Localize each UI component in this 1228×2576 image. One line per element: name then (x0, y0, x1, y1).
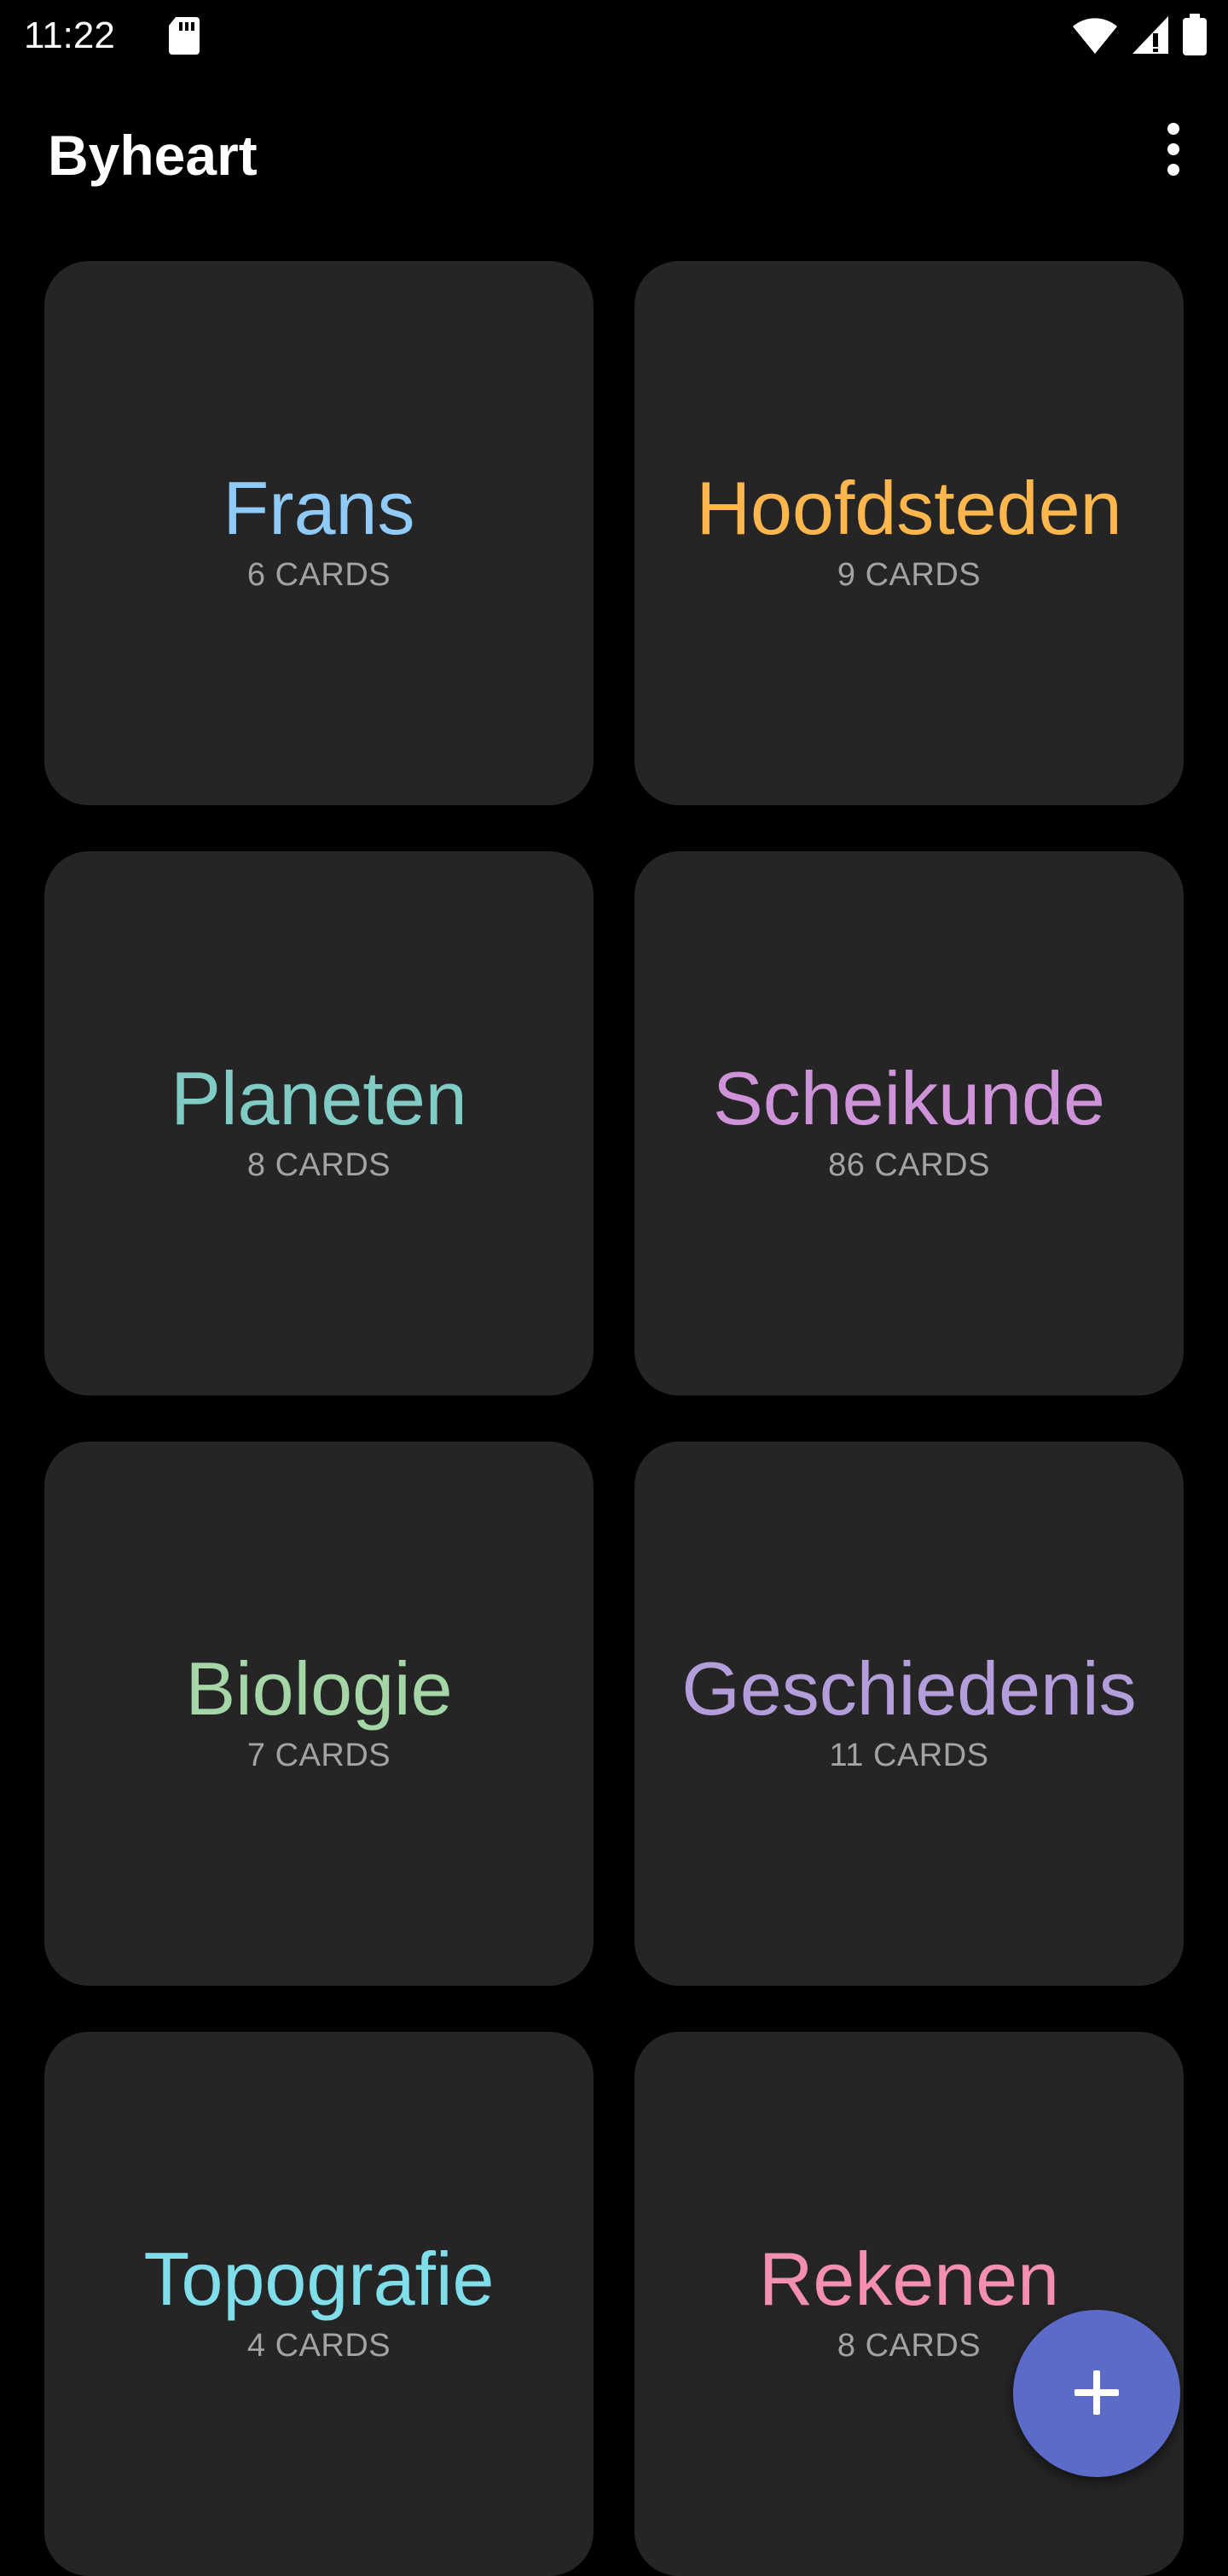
overflow-menu-button[interactable] (1143, 107, 1204, 193)
deck-card-topografie[interactable]: Topografie 4 CARDS (44, 2032, 594, 2576)
sd-card-icon (167, 15, 201, 56)
deck-card-count: 8 CARDS (246, 1147, 391, 1183)
add-deck-button[interactable] (1013, 2310, 1180, 2477)
deck-card-count: 86 CARDS (828, 1147, 990, 1183)
deck-card-frans[interactable]: Frans 6 CARDS (44, 261, 594, 805)
deck-card-geschiedenis[interactable]: Geschiedenis 11 CARDS (634, 1442, 1184, 1986)
deck-card-rekenen[interactable]: Rekenen 8 CARDS (634, 2032, 1184, 2576)
deck-name: Hoofdsteden (696, 466, 1122, 550)
status-bar: 11:22 (0, 0, 1228, 72)
deck-card-count: 6 CARDS (246, 557, 391, 593)
deck-name: Biologie (185, 1646, 453, 1731)
deck-name: Topografie (143, 2237, 495, 2321)
deck-grid: Frans 6 CARDS Hoofdsteden 9 CARDS Planet… (44, 261, 1184, 2576)
deck-card-scheikunde[interactable]: Scheikunde 86 CARDS (634, 851, 1184, 1395)
deck-name: Frans (223, 466, 415, 550)
more-vert-icon (1165, 122, 1182, 179)
status-icons (1071, 14, 1208, 61)
deck-card-count: 7 CARDS (246, 1738, 391, 1773)
deck-card-count: 11 CARDS (829, 1738, 989, 1773)
plus-icon (1071, 2367, 1122, 2421)
deck-name: Rekenen (758, 2237, 1060, 2321)
deck-name: Scheikunde (713, 1056, 1105, 1140)
deck-card-hoofdsteden[interactable]: Hoofdsteden 9 CARDS (634, 261, 1184, 805)
deck-card-biologie[interactable]: Biologie 7 CARDS (44, 1442, 594, 1986)
battery-icon (1182, 14, 1208, 61)
deck-card-count: 9 CARDS (837, 557, 982, 593)
wifi-icon (1071, 15, 1119, 60)
deck-card-count: 4 CARDS (246, 2328, 391, 2364)
status-time: 11:22 (24, 15, 115, 56)
app-bar: Byheart (0, 72, 1228, 239)
app-title: Byheart (48, 124, 258, 187)
deck-name: Geschiedenis (681, 1646, 1137, 1731)
deck-card-planeten[interactable]: Planeten 8 CARDS (44, 851, 594, 1395)
deck-name: Planeten (171, 1056, 467, 1140)
signal-icon (1131, 15, 1170, 60)
